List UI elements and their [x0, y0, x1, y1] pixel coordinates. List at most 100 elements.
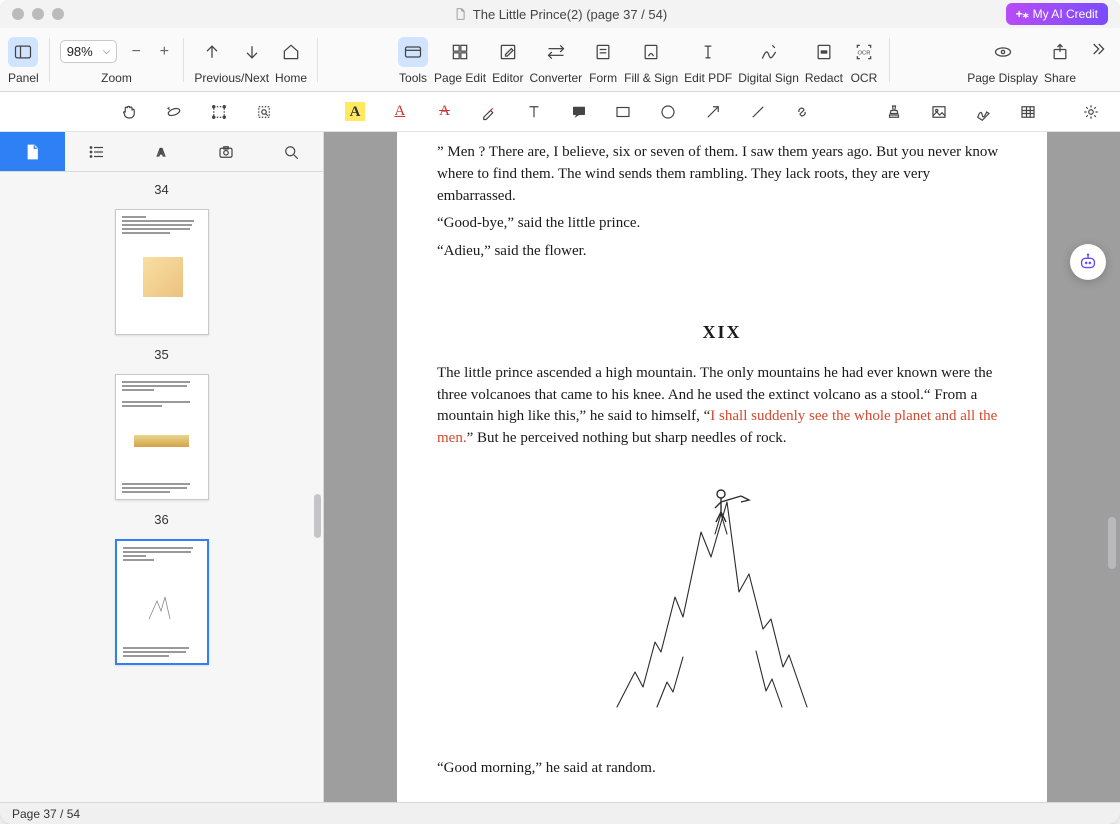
page-indicator: Page 37 / 54 [12, 807, 80, 821]
digital-sign-group: Digital Sign [738, 35, 799, 85]
page-edit-button[interactable] [445, 37, 475, 67]
ocr-group: OCR OCR [849, 35, 879, 85]
maximize-window-button[interactable] [52, 8, 64, 20]
toolbar-separator [49, 38, 50, 82]
share-group: Share [1044, 35, 1076, 85]
prev-next-label: Previous/Next [194, 71, 269, 85]
search-tab[interactable] [258, 132, 323, 171]
tools-button[interactable] [398, 37, 428, 67]
tools-label: Tools [399, 71, 427, 85]
edit-pdf-label: Edit PDF [684, 71, 732, 85]
doc-paragraph: “Adieu,” said the flower. [437, 241, 1007, 263]
thumbnail-page-34[interactable] [115, 209, 209, 335]
window-controls [12, 8, 64, 20]
form-group: Form [588, 35, 618, 85]
edit-pdf-button[interactable] [693, 37, 723, 67]
link-tool-button[interactable] [789, 98, 816, 126]
page-content: ” Men ? There are, I believe, six or sev… [397, 132, 1047, 802]
home-button[interactable] [276, 37, 306, 67]
editor-group: Editor [492, 35, 523, 85]
zoom-out-button[interactable]: − [127, 43, 145, 61]
share-label: Share [1044, 71, 1076, 85]
converter-button[interactable] [541, 37, 571, 67]
line-tool-button[interactable] [744, 98, 771, 126]
form-button[interactable] [588, 37, 618, 67]
document-icon [453, 7, 467, 21]
page-display-button[interactable] [988, 37, 1018, 67]
circle-tool-button[interactable] [655, 98, 682, 126]
page-scrollbar[interactable] [1108, 517, 1116, 569]
converter-group: Converter [529, 35, 582, 85]
arrow-tool-button[interactable] [700, 98, 727, 126]
statusbar: Page 37 / 54 [0, 802, 1120, 824]
main-toolbar: Panel 98% ⌵ − + Zoom Previous/Next [0, 28, 1120, 92]
next-page-button[interactable] [237, 37, 267, 67]
doc-paragraph: “Good-bye,” said the little prince. [437, 213, 1007, 235]
ai-assistant-button[interactable] [1070, 244, 1106, 280]
pan-hand-button[interactable] [116, 98, 143, 126]
note-tool-button[interactable] [565, 98, 592, 126]
home-group: Home [275, 35, 307, 85]
zoom-level-select[interactable]: 98% ⌵ [60, 40, 118, 63]
thumbnail-page-36[interactable] [115, 539, 209, 665]
home-label: Home [275, 71, 307, 85]
overflow-button[interactable] [1082, 34, 1112, 64]
ocr-button[interactable]: OCR [849, 37, 879, 67]
panel-group: Panel [8, 35, 39, 85]
thumbnail-list[interactable]: 34 35 36 [0, 172, 323, 802]
table-tool-button[interactable] [1015, 98, 1042, 126]
sidebar-scrollbar[interactable] [314, 494, 321, 538]
snapshot-button[interactable] [250, 98, 277, 126]
doc-paragraph: ” Men ? There are, I believe, six or sev… [437, 142, 1007, 207]
thumbnail-page-35[interactable] [115, 374, 209, 500]
share-button[interactable] [1045, 37, 1075, 67]
highlight-tool-button[interactable]: A [342, 98, 369, 126]
fill-sign-button[interactable] [636, 37, 666, 67]
thumbnails-tab[interactable] [0, 132, 65, 171]
thumb-number: 36 [154, 512, 168, 527]
rectangle-tool-button[interactable] [610, 98, 637, 126]
zoom-in-button[interactable]: + [155, 43, 173, 61]
strikeout-glyph: A [439, 103, 450, 120]
select-area-button[interactable] [206, 98, 233, 126]
annotation-toolbar: A A A [0, 92, 1120, 132]
doc-paragraph: “Good morning,” he said at random. [437, 758, 1007, 780]
page-edit-label: Page Edit [434, 71, 486, 85]
text-tool-button[interactable] [521, 98, 548, 126]
highlight-glyph: A [345, 102, 366, 121]
chapter-heading: XIX [437, 319, 1007, 345]
window-title: The Little Prince(2) (page 37 / 54) [473, 7, 667, 22]
edit-pdf-group: Edit PDF [684, 35, 732, 85]
page-display-label: Page Display [967, 71, 1038, 85]
workspace: A 34 35 36 [0, 132, 1120, 802]
page-surface[interactable]: ” Men ? There are, I believe, six or sev… [324, 132, 1120, 802]
digital-sign-button[interactable] [754, 37, 784, 67]
close-window-button[interactable] [12, 8, 24, 20]
redact-button[interactable] [809, 37, 839, 67]
annotations-tab[interactable]: A [129, 132, 194, 171]
panel-label: Panel [8, 71, 39, 85]
zoom-group: 98% ⌵ − + Zoom [60, 35, 174, 85]
snapshot-tab[interactable] [194, 132, 259, 171]
my-ai-credit-button[interactable]: +⁎ My AI Credit [1006, 3, 1108, 25]
panel-toggle-button[interactable] [8, 37, 38, 67]
image-tool-button[interactable] [925, 98, 952, 126]
zoom-value: 98% [67, 44, 93, 59]
rotate-view-button[interactable] [161, 98, 188, 126]
stamp-tool-button[interactable] [880, 98, 907, 126]
strikeout-tool-button[interactable]: A [431, 98, 458, 126]
signature-tool-button[interactable] [970, 98, 997, 126]
settings-button[interactable] [1077, 98, 1104, 126]
outline-tab[interactable] [65, 132, 130, 171]
freehand-tool-button[interactable] [476, 98, 503, 126]
page-display-group: Page Display [967, 35, 1038, 85]
digital-sign-label: Digital Sign [738, 71, 799, 85]
form-label: Form [589, 71, 617, 85]
minimize-window-button[interactable] [32, 8, 44, 20]
fill-sign-group: Fill & Sign [624, 35, 678, 85]
toolbar-separator [317, 38, 318, 82]
editor-button[interactable] [493, 37, 523, 67]
ai-credit-label: My AI Credit [1033, 7, 1098, 21]
previous-page-button[interactable] [197, 37, 227, 67]
underline-tool-button[interactable]: A [386, 98, 413, 126]
